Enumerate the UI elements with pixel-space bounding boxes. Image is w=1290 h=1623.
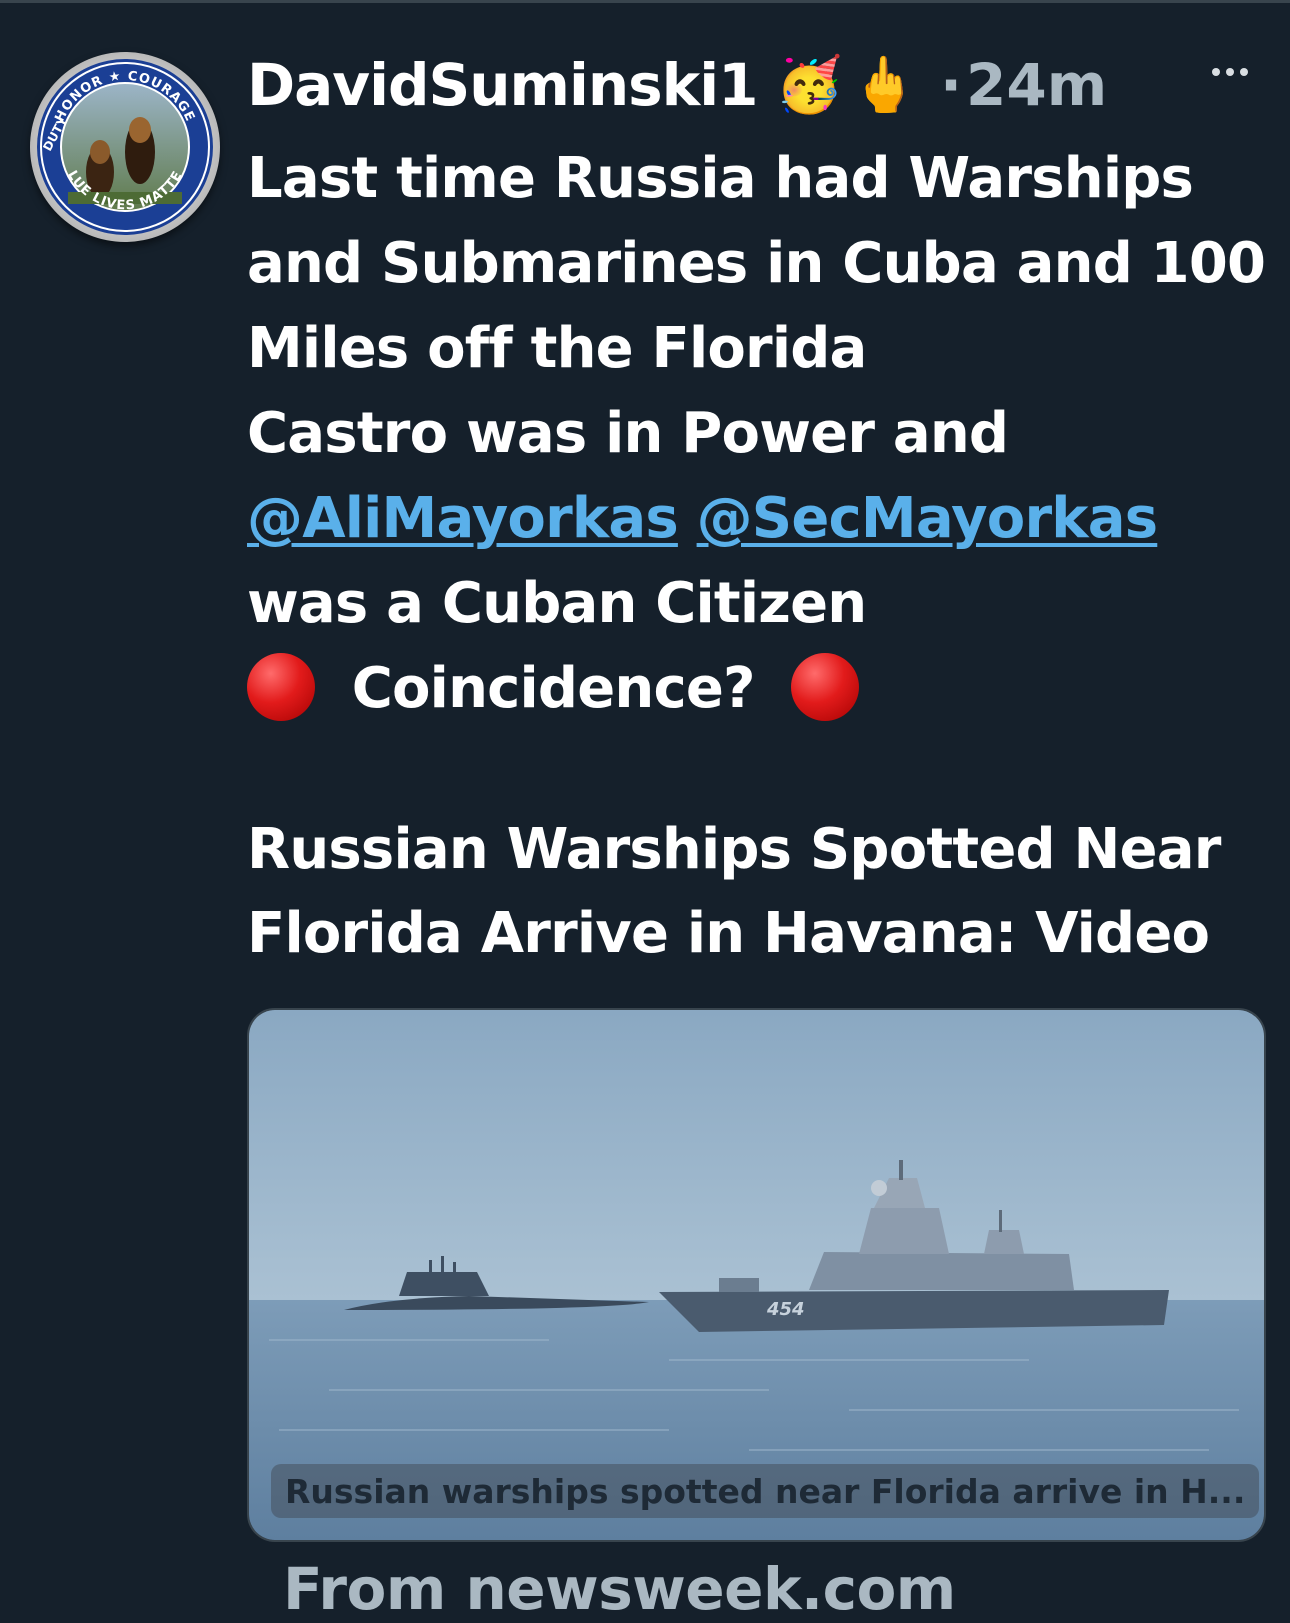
- party-face-icon: 🥳: [775, 53, 843, 116]
- link-preview-card[interactable]: 454 Russian warships spotted near Florid…: [247, 1008, 1266, 1542]
- tweet-line: Miles off the Florida: [247, 316, 867, 381]
- tweet-line: Last time Russia had Warships: [247, 146, 1194, 211]
- tweet-body: Last time Russia had Warships and Submar…: [247, 136, 1277, 731]
- tweet-line: was a Cuban Citizen: [247, 571, 867, 636]
- coincidence-line: Coincidence?: [247, 646, 1277, 731]
- headline-line: Russian Warships Spotted Near: [247, 817, 1221, 882]
- avatar-badge-icon: HONOR ★ COURAGE BLUE LIVES MATTER DUTY: [30, 52, 213, 235]
- tweet-line: Castro was in Power and: [247, 401, 1009, 466]
- tweet-line: and Submarines in Cuba and 100: [247, 231, 1266, 296]
- top-divider: [0, 0, 1290, 3]
- warship-photo: 454: [249, 1010, 1264, 1540]
- more-options-icon[interactable]: [1212, 68, 1248, 76]
- link-headline[interactable]: Russian Warships Spotted Near Florida Ar…: [247, 808, 1277, 976]
- card-caption: Russian warships spotted near Florida ar…: [271, 1464, 1260, 1518]
- username[interactable]: DavidSuminski1: [247, 51, 758, 119]
- tweet-line: Coincidence?: [351, 656, 756, 721]
- hull-number: 454: [766, 1299, 805, 1320]
- mentions-line: @AliMayorkas @SecMayorkas: [247, 476, 1277, 561]
- headline-line: Florida Arrive in Havana: Video: [247, 901, 1210, 966]
- timestamp[interactable]: 24m: [966, 51, 1107, 119]
- avatar[interactable]: HONOR ★ COURAGE BLUE LIVES MATTER DUTY: [30, 52, 220, 242]
- red-circle-icon: [791, 653, 860, 721]
- mention-link-alimayorkas[interactable]: @AliMayorkas: [247, 486, 679, 551]
- middle-finger-icon: 🖕: [850, 53, 918, 116]
- source-link[interactable]: From newsweek.com: [283, 1555, 956, 1623]
- tweet-header: DavidSuminski1 🥳 🖕 · 24m: [247, 50, 1107, 120]
- separator-dot: ·: [940, 51, 963, 119]
- red-circle-icon: [247, 653, 315, 721]
- mention-link-secmayorkas[interactable]: @SecMayorkas: [697, 486, 1158, 551]
